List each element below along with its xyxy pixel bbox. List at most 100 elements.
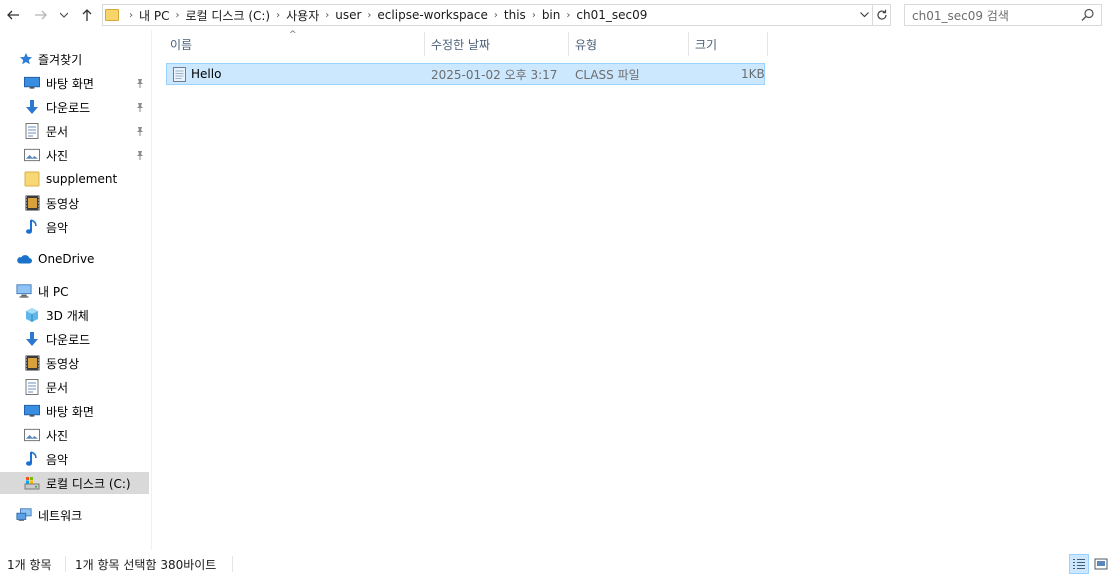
- sidebar-item-documents[interactable]: 문서: [0, 120, 149, 142]
- column-header-label: 유형: [575, 37, 598, 52]
- chevron-right-icon[interactable]: ›: [123, 10, 139, 21]
- column-header-size[interactable]: 크기: [695, 32, 767, 56]
- pictures-icon: [24, 427, 40, 443]
- pin-icon[interactable]: [135, 126, 145, 136]
- address-bar[interactable]: › 내 PC › 로컬 디스크 (C:) › 사용자 › user › ecli…: [102, 4, 873, 26]
- sidebar-item-desktop[interactable]: 바탕 화면: [0, 72, 149, 94]
- column-header-label: 수정한 날짜: [431, 37, 491, 52]
- sidebar-item-videos-pc[interactable]: 동영상: [0, 352, 149, 374]
- breadcrumb-users[interactable]: 사용자: [286, 7, 319, 24]
- back-button[interactable]: [2, 4, 24, 26]
- breadcrumb-eclipse-workspace[interactable]: eclipse-workspace: [377, 8, 487, 22]
- breadcrumb-local-disk[interactable]: 로컬 디스크 (C:): [185, 7, 270, 24]
- column-header-name[interactable]: 이름: [170, 32, 424, 56]
- chevron-down-icon: [859, 12, 869, 18]
- sidebar-item-label: 동영상: [46, 196, 80, 211]
- sidebar-item-music-pc[interactable]: 음악: [0, 448, 149, 470]
- drive-icon: [24, 475, 40, 491]
- sidebar-item-desktop-pc[interactable]: 바탕 화면: [0, 400, 149, 422]
- breadcrumb-ch01-sec09[interactable]: ch01_sec09: [576, 8, 647, 22]
- chevron-right-icon[interactable]: ›: [319, 10, 335, 21]
- file-name[interactable]: Hello: [191, 64, 221, 84]
- chevron-right-icon[interactable]: ›: [526, 10, 542, 21]
- column-divider[interactable]: [688, 32, 689, 56]
- sidebar-item-label: 음악: [46, 220, 69, 235]
- breadcrumb-user[interactable]: user: [335, 8, 361, 22]
- search-placeholder: ch01_sec09 검색: [912, 8, 1009, 23]
- chevron-right-icon[interactable]: ›: [361, 10, 377, 21]
- breadcrumb-this[interactable]: this: [504, 8, 526, 22]
- sidebar-item-documents-pc[interactable]: 문서: [0, 376, 149, 398]
- music-icon: [24, 219, 40, 235]
- column-divider[interactable]: [568, 32, 569, 56]
- sidebar-item-videos[interactable]: 동영상: [0, 192, 149, 214]
- address-history-dropdown[interactable]: [856, 5, 872, 25]
- download-icon: [24, 99, 40, 115]
- 3d-objects-icon: [24, 307, 40, 323]
- chevron-right-icon[interactable]: ›: [270, 10, 286, 21]
- sidebar-item-label: 사진: [46, 428, 69, 443]
- folder-icon: [105, 9, 119, 21]
- sidebar-item-pictures[interactable]: 사진: [0, 144, 149, 166]
- sidebar-item-network[interactable]: 네트워크: [0, 504, 149, 526]
- sidebar-item-local-disk[interactable]: 로컬 디스크 (C:): [0, 472, 149, 494]
- sidebar-item-this-pc[interactable]: 내 PC: [0, 280, 149, 302]
- network-icon: [16, 507, 32, 523]
- up-arrow-icon: [82, 9, 92, 21]
- document-icon: [24, 379, 40, 395]
- details-view-button[interactable]: [1069, 554, 1089, 574]
- up-button[interactable]: [76, 4, 98, 26]
- sidebar-item-label: 바탕 화면: [46, 404, 94, 419]
- column-divider[interactable]: [424, 32, 425, 56]
- document-icon: [24, 123, 40, 139]
- sidebar-item-label: 문서: [46, 124, 69, 139]
- video-icon: [24, 195, 40, 211]
- pin-icon[interactable]: [135, 78, 145, 88]
- computer-icon: [16, 283, 32, 299]
- sidebar-item-label: 즐겨찾기: [38, 52, 83, 67]
- refresh-icon: [876, 9, 887, 20]
- recent-locations-button[interactable]: [56, 4, 72, 26]
- chevron-right-icon[interactable]: ›: [488, 10, 504, 21]
- sidebar-item-3d-objects[interactable]: 3D 개체: [0, 304, 149, 326]
- large-icons-view-button[interactable]: [1091, 554, 1111, 574]
- video-icon: [24, 355, 40, 371]
- pin-icon[interactable]: [135, 150, 145, 160]
- sidebar-item-label: 로컬 디스크 (C:): [46, 476, 131, 491]
- chevron-right-icon[interactable]: ›: [169, 10, 185, 21]
- breadcrumb-bin[interactable]: bin: [542, 8, 561, 22]
- sidebar-item-label: 사진: [46, 148, 69, 163]
- status-divider: [232, 556, 233, 572]
- sidebar-item-quick-access[interactable]: 즐겨찾기: [0, 48, 149, 70]
- column-header-type[interactable]: 유형: [575, 32, 688, 56]
- column-divider[interactable]: [767, 32, 768, 56]
- desktop-icon: [24, 403, 40, 419]
- sidebar-item-downloads[interactable]: 다운로드: [0, 96, 149, 118]
- status-divider: [65, 556, 66, 572]
- sidebar-item-label: supplement: [46, 172, 118, 186]
- sidebar-item-pictures-pc[interactable]: 사진: [0, 424, 149, 446]
- column-header-date[interactable]: 수정한 날짜: [431, 32, 568, 56]
- column-header-label: 이름: [170, 37, 193, 52]
- sidebar-item-label: 음악: [46, 452, 69, 467]
- breadcrumb-this-pc[interactable]: 내 PC: [139, 7, 169, 24]
- class-file-icon: [172, 64, 187, 84]
- sidebar-item-label: 다운로드: [46, 100, 91, 115]
- refresh-button[interactable]: [873, 4, 891, 26]
- search-input[interactable]: ch01_sec09 검색: [904, 4, 1102, 26]
- pictures-icon: [24, 147, 40, 163]
- table-row[interactable]: Hello 2025-01-02 오후 3:17 CLASS 파일 1KB: [166, 63, 765, 85]
- forward-button[interactable]: [30, 4, 52, 26]
- sidebar-divider: [151, 30, 152, 550]
- sidebar-item-onedrive[interactable]: OneDrive: [0, 248, 149, 270]
- sidebar-item-label: 네트워크: [38, 508, 83, 523]
- sidebar-item-music[interactable]: 음악: [0, 216, 149, 238]
- breadcrumb: › 내 PC › 로컬 디스크 (C:) › 사용자 › user › ecli…: [123, 5, 647, 25]
- music-icon: [24, 451, 40, 467]
- sidebar-item-label: 동영상: [46, 356, 80, 371]
- sidebar-item-downloads-pc[interactable]: 다운로드: [0, 328, 149, 350]
- pin-icon[interactable]: [135, 102, 145, 112]
- chevron-right-icon[interactable]: ›: [560, 10, 576, 21]
- star-icon: [18, 51, 34, 67]
- sidebar-item-supplement[interactable]: supplement: [0, 168, 149, 190]
